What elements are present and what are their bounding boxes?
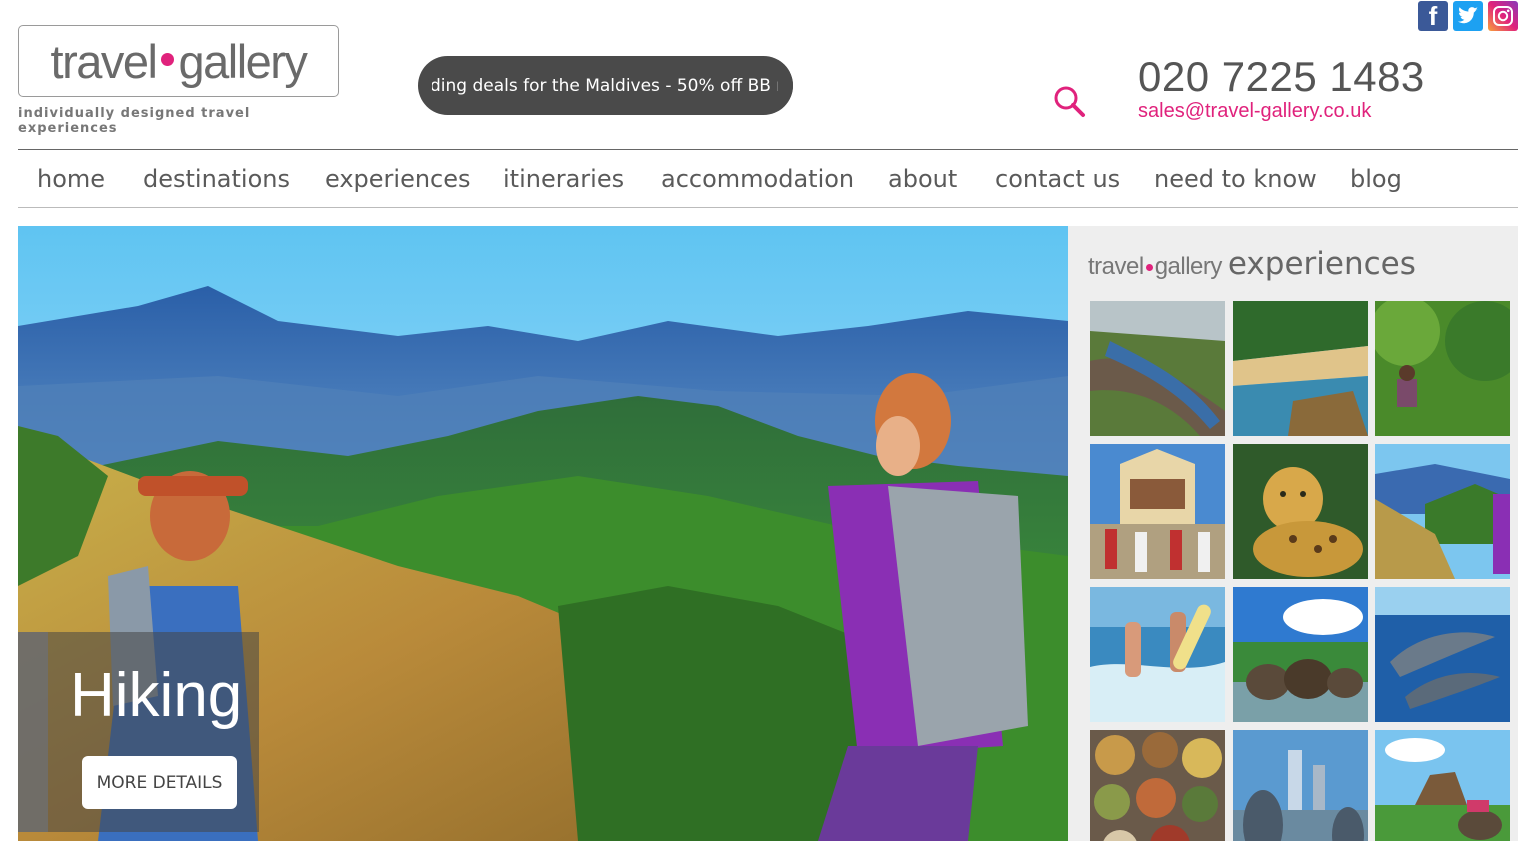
ticker-text: ding deals for the Maldives - 50% off BB… [430, 75, 793, 96]
tile-beach-bay[interactable] [1233, 301, 1368, 436]
logo-text-travel: travel [50, 34, 158, 88]
search-icon[interactable] [1052, 84, 1086, 118]
tile-surfing[interactable] [1090, 587, 1225, 722]
tile-leopard[interactable] [1233, 444, 1368, 579]
panel-brand-dot [1145, 264, 1153, 271]
panel-brand-travel: travel [1088, 253, 1144, 280]
sigiriya-elephant-ride-image [1375, 730, 1510, 841]
train-image [1090, 301, 1225, 436]
phone-number[interactable]: 020 7225 1483 [1138, 53, 1425, 101]
hero-caption: Hiking MORE DETAILS [18, 632, 259, 832]
nav-item-accommodation[interactable]: accommodation [661, 165, 854, 193]
dolphins-image [1375, 587, 1510, 722]
leopard-image [1233, 444, 1368, 579]
tile-train[interactable] [1090, 301, 1225, 436]
buddha-statues-image [1233, 730, 1368, 841]
tile-hiking[interactable] [1375, 444, 1510, 579]
tile-spices[interactable] [1090, 730, 1225, 841]
tile-sigiriya-elephant-ride[interactable] [1375, 730, 1510, 841]
facebook-glyph: f [1428, 0, 1438, 31]
tile-dolphins[interactable] [1375, 587, 1510, 722]
logo-dot [161, 52, 175, 66]
nav-item-destinations[interactable]: destinations [143, 165, 290, 193]
nav-item-about[interactable]: about [888, 165, 957, 193]
hero-caption-title: Hiking [70, 661, 243, 730]
nav-item-itineraries[interactable]: itineraries [503, 165, 624, 193]
hero-slideshow[interactable]: Hiking MORE DETAILS [18, 226, 1068, 841]
logo-text-gallery: gallery [178, 34, 307, 88]
twitter-bird-icon [1458, 7, 1478, 24]
tile-temple-dancers[interactable] [1090, 444, 1225, 579]
more-details-button[interactable]: MORE DETAILS [82, 756, 237, 809]
instagram-camera-icon [1493, 6, 1513, 26]
beach-bay-image [1233, 301, 1368, 436]
spices-image [1090, 730, 1225, 841]
nav-item-home[interactable]: home [37, 165, 105, 193]
tile-elephants[interactable] [1233, 587, 1368, 722]
tile-buddha-statues[interactable] [1233, 730, 1368, 841]
deals-ticker[interactable]: ding deals for the Maldives - 50% off BB… [418, 56, 793, 115]
facebook-icon[interactable]: f [1418, 1, 1448, 31]
logo-tagline: individually designed travel experiences [18, 106, 251, 136]
caption-accent-bar [18, 632, 48, 832]
tile-tea-plantation[interactable] [1375, 301, 1510, 436]
elephants-image [1233, 587, 1368, 722]
nav-item-blog[interactable]: blog [1350, 165, 1402, 193]
nav-item-experiences[interactable]: experiences [325, 165, 471, 193]
temple-dancers-image [1090, 444, 1225, 579]
instagram-icon[interactable] [1488, 1, 1518, 31]
twitter-icon[interactable] [1453, 1, 1483, 31]
experiences-panel: travel gallery experiences [1068, 226, 1518, 841]
nav-item-need-to-know[interactable]: need to know [1154, 165, 1317, 193]
main-nav: home destinations experiences itinerarie… [18, 149, 1518, 208]
hiking-image [1375, 444, 1510, 579]
experiences-heading: travel gallery experiences [1088, 246, 1416, 282]
panel-title: experiences [1227, 246, 1416, 282]
tea-plantation-image [1375, 301, 1510, 436]
panel-brand-gallery: gallery [1154, 253, 1223, 280]
nav-item-contact-us[interactable]: contact us [995, 165, 1120, 193]
logo[interactable]: travel gallery [18, 25, 339, 97]
ticker-fade [778, 56, 793, 115]
email-link[interactable]: sales@travel-gallery.co.uk [1138, 100, 1371, 123]
surfing-image [1090, 587, 1225, 722]
